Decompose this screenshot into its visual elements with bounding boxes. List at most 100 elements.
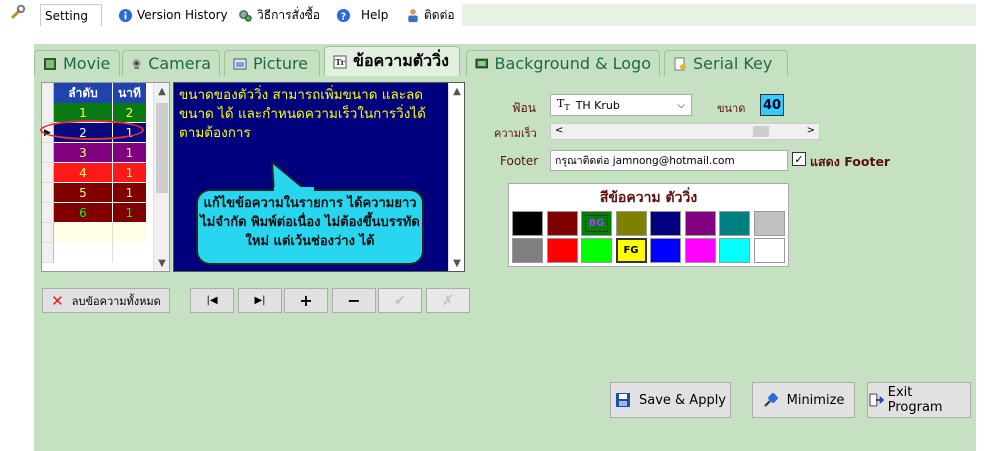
minimize-button[interactable]: Minimize xyxy=(752,382,855,418)
row-selector[interactable] xyxy=(42,183,54,203)
check-icon: ✔ xyxy=(394,292,406,309)
color-swatch[interactable] xyxy=(512,238,543,263)
color-swatch[interactable] xyxy=(719,211,750,236)
row-selector-header xyxy=(42,83,54,103)
tab-strip: Movie Camera Picture Tr ข้อความตัววิ่ง B… xyxy=(34,46,976,76)
menu-setting-label: Setting xyxy=(45,8,88,23)
speed-scroll-thumb[interactable] xyxy=(753,126,769,137)
cell-order[interactable]: 3 xyxy=(54,143,113,163)
scroll-up-arrow[interactable]: ▲ xyxy=(449,83,465,99)
cell-order[interactable]: 5 xyxy=(54,183,113,203)
row-selector[interactable] xyxy=(42,143,54,163)
menu-version-history[interactable]: Version History xyxy=(114,4,232,26)
last-record-button[interactable]: ▶| xyxy=(238,288,282,313)
font-select[interactable]: TT TH Krub ⌵ xyxy=(550,94,692,116)
foreground-marker: FG xyxy=(623,245,639,256)
color-swatch[interactable]: BG xyxy=(581,211,612,236)
cell-minutes[interactable]: 1 xyxy=(113,163,147,183)
color-swatch[interactable] xyxy=(753,211,785,236)
delete-record-button[interactable]: − xyxy=(332,288,376,313)
tab-serial-key-label: Serial Key xyxy=(693,54,773,73)
color-swatch[interactable] xyxy=(512,211,543,236)
row-selector[interactable] xyxy=(42,103,54,123)
annotation-callout: แก้ไขข้อความในรายการ ได้ความยาว ไม่จำกัด… xyxy=(196,189,424,265)
clear-all-button[interactable]: ✕ ลบข้อความทั้งหมด xyxy=(42,288,170,313)
first-record-button[interactable]: |◀ xyxy=(190,288,234,313)
cell-order[interactable]: 4 xyxy=(54,163,113,183)
row-selector[interactable] xyxy=(42,203,54,223)
font-value: TH Krub xyxy=(575,98,620,112)
scroll-up-arrow[interactable]: ▲ xyxy=(154,83,170,99)
color-swatch[interactable]: FG xyxy=(615,238,647,263)
add-record-button[interactable]: + xyxy=(284,288,328,313)
tab-movie[interactable]: Movie xyxy=(34,50,120,76)
tab-serial-key[interactable]: Serial Key xyxy=(664,50,788,76)
tab-running-text[interactable]: Tr ข้อความตัววิ่ง xyxy=(324,46,460,76)
speed-scrollbar[interactable]: < > xyxy=(550,123,820,140)
footer-input[interactable]: กรุณาติดต่อ jamnong@hotmail.com xyxy=(550,150,788,171)
chevron-down-icon: ⌵ xyxy=(677,99,685,111)
table-row[interactable]: 61 xyxy=(42,203,147,223)
cell-minutes[interactable]: 1 xyxy=(113,203,147,223)
menu-how-to-order[interactable]: วิธีการสั่งซื้อ xyxy=(234,4,324,26)
scroll-left-arrow[interactable]: < xyxy=(555,125,563,136)
grid-empty-row xyxy=(42,223,147,243)
cancel-record-button[interactable]: ✗ xyxy=(426,288,470,313)
color-swatch[interactable] xyxy=(615,211,647,236)
minus-icon: − xyxy=(347,291,361,310)
tab-background-logo[interactable]: Background & Logo xyxy=(466,50,660,76)
row-selector[interactable] xyxy=(42,163,54,183)
menu-contact-label: ติดต่อ xyxy=(424,7,455,22)
grid-scroll-thumb[interactable] xyxy=(156,103,168,193)
palette-title: สีข้อความ ตัววิ่ง xyxy=(599,190,698,206)
scroll-down-arrow[interactable]: ▼ xyxy=(449,255,465,271)
person-icon xyxy=(408,8,418,22)
post-record-button[interactable]: ✔ xyxy=(378,288,422,313)
font-size-input[interactable]: 40 xyxy=(760,94,784,116)
grid-empty-row xyxy=(42,243,147,263)
color-swatch[interactable] xyxy=(650,238,681,263)
color-swatch[interactable] xyxy=(753,238,785,263)
cancel-icon: ✗ xyxy=(442,292,454,309)
cell-minutes[interactable]: 2 xyxy=(113,103,147,123)
scroll-down-arrow[interactable]: ▼ xyxy=(154,255,170,271)
camera-icon xyxy=(132,58,141,69)
color-swatch[interactable] xyxy=(546,238,578,263)
table-row[interactable]: 51 xyxy=(42,183,147,203)
show-footer-checkbox[interactable]: ✓ xyxy=(792,152,806,166)
grid-vertical-scrollbar[interactable]: ▲ ▼ xyxy=(153,83,169,271)
exit-program-label: Exit Program xyxy=(887,385,943,415)
message-list-grid[interactable]: ลำดับ นาที 1 2 ▶ 2 1 3 1 4 1 5 1 6 1 ▲ ▼ xyxy=(40,82,170,272)
save-apply-button[interactable]: Save & Apply xyxy=(610,382,731,418)
header-order[interactable]: ลำดับ xyxy=(54,83,113,103)
exit-program-button[interactable]: Exit Program xyxy=(867,382,971,418)
menu-setting[interactable]: Setting xyxy=(40,4,102,26)
menu-help-label: Help xyxy=(361,8,389,22)
cell-minutes[interactable]: 1 xyxy=(113,183,147,203)
menu-bar-fill xyxy=(462,4,976,26)
scroll-right-arrow[interactable]: > xyxy=(807,125,815,136)
footer-value: กรุณาติดต่อ jamnong@hotmail.com xyxy=(555,155,735,167)
x-icon: ✕ xyxy=(51,291,64,310)
text-color-palette: สีข้อความ ตัววิ่ง BG FG xyxy=(508,183,789,267)
color-swatch[interactable] xyxy=(546,211,578,236)
menu-contact[interactable]: ติดต่อ xyxy=(402,4,459,26)
tab-picture[interactable]: Picture xyxy=(224,50,320,76)
color-swatch[interactable] xyxy=(719,238,750,263)
font-label: ฟ้อน xyxy=(512,101,536,115)
gears-icon xyxy=(239,9,252,22)
clear-all-label: ลบข้อความทั้งหมด xyxy=(71,294,161,308)
color-swatch[interactable] xyxy=(684,211,716,236)
text-area-scrollbar[interactable]: ▲ ▼ xyxy=(448,83,464,271)
color-swatch[interactable] xyxy=(581,238,612,263)
color-swatch[interactable] xyxy=(684,238,716,263)
cell-minutes[interactable]: 1 xyxy=(113,143,147,163)
header-minutes[interactable]: นาที xyxy=(113,83,147,103)
table-row[interactable]: 31 xyxy=(42,143,147,163)
menu-help[interactable]: ? Help xyxy=(332,4,392,26)
table-row[interactable]: 41 xyxy=(42,163,147,183)
tab-camera[interactable]: Camera xyxy=(122,50,220,76)
color-swatch[interactable] xyxy=(650,211,681,236)
cell-order[interactable]: 6 xyxy=(54,203,113,223)
menu-bar: Setting Version History วิธีการสั่งซื้อ … xyxy=(0,0,986,44)
